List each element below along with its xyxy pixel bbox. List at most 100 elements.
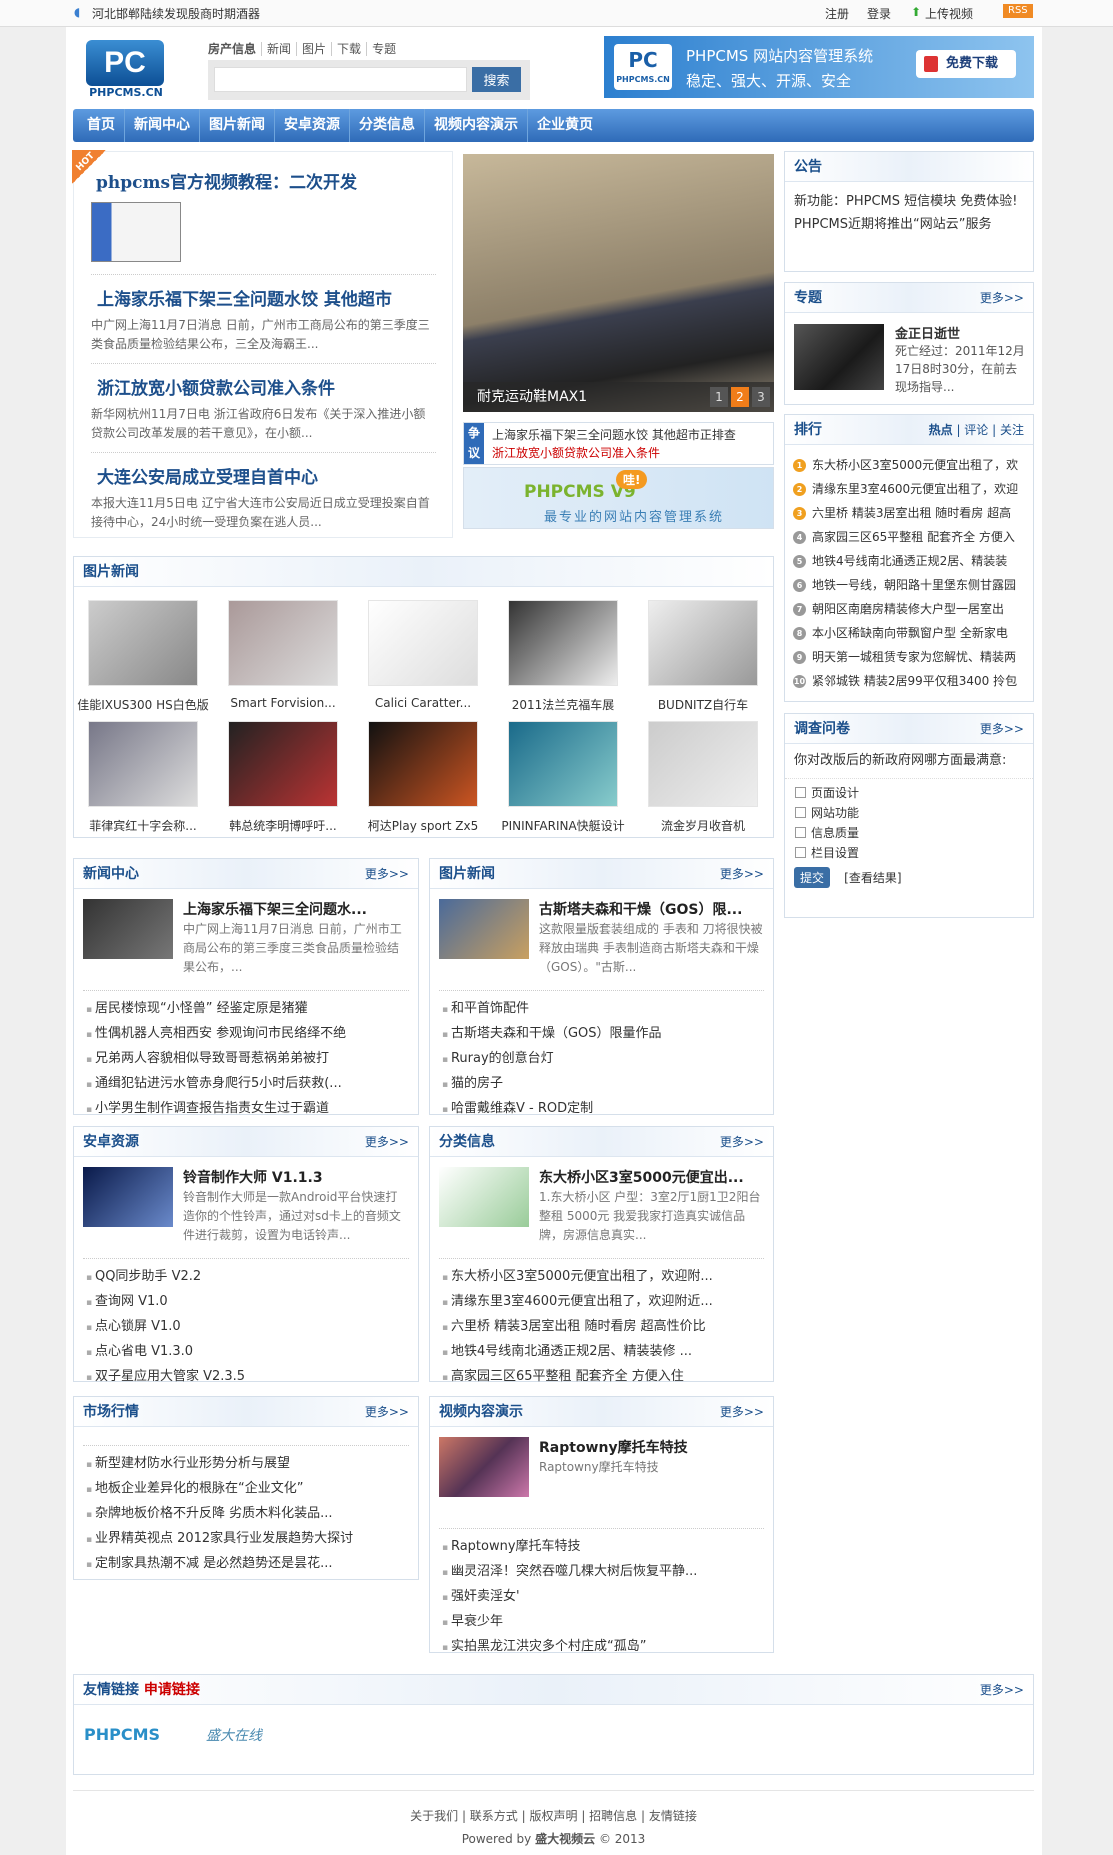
upload-video-link[interactable]: 上传视频: [925, 5, 973, 22]
photo-news-item[interactable]: BUDNITZ自行车: [633, 600, 773, 713]
list-item[interactable]: QQ同步助手 V2.2: [86, 1265, 418, 1290]
ranking-item[interactable]: 1 东大桥小区3室5000元便宜出租了，欢: [793, 453, 1033, 477]
footer-link[interactable]: 版权声明: [529, 1809, 577, 1823]
slideshow[interactable]: 耐克运动鞋MAX1 123: [463, 154, 774, 412]
photo-news-item[interactable]: 韩总统李明博呼吁...: [213, 721, 353, 834]
photo-caption[interactable]: Smart Forvision...: [213, 696, 353, 710]
list-item[interactable]: 地板企业差异化的根脉在“企业文化”: [86, 1477, 418, 1502]
ranking-item[interactable]: 8 本小区稀缺南向带飘窗户型 全新家电: [793, 621, 1033, 645]
rss-button[interactable]: RSS: [1003, 4, 1033, 18]
nav-item[interactable]: 企业黄页: [528, 109, 602, 142]
footer-link[interactable]: 联系方式: [470, 1809, 518, 1823]
special-item-title[interactable]: 金正日逝世: [895, 323, 960, 342]
list-item[interactable]: 双子星应用大管家 V2.3.5: [86, 1365, 418, 1390]
nav-item[interactable]: 首页: [73, 109, 125, 142]
feature-image[interactable]: [83, 1167, 173, 1227]
photo-news-item[interactable]: 流金岁月收音机: [633, 721, 773, 834]
checkbox[interactable]: [795, 787, 806, 798]
list-item[interactable]: Raptowny摩托车特技: [442, 1535, 773, 1560]
ranking-tab[interactable]: 热点: [929, 423, 953, 437]
phpcms-link-logo[interactable]: PHPCMS: [84, 1725, 160, 1744]
list-item[interactable]: 哈雷戴维森V - ROD定制: [442, 1097, 773, 1122]
search-tab[interactable]: 图片: [297, 42, 333, 56]
list-item[interactable]: 六里桥 精装3居室出租 随时看房 超高性价比: [442, 1315, 773, 1340]
scrolling-notice[interactable]: 河北邯郸陆续发现殷商时期酒器: [92, 5, 260, 22]
photo-thumbnail[interactable]: [368, 600, 478, 686]
checkbox[interactable]: [795, 847, 806, 858]
apply-link[interactable]: 申请链接: [144, 1682, 200, 1698]
free-download-button[interactable]: 免费下载: [916, 50, 1016, 78]
photo-thumbnail[interactable]: [508, 721, 618, 807]
list-item[interactable]: 通缉犯钻进污水管赤身爬行5小时后获救(...: [86, 1072, 418, 1097]
list-item[interactable]: 猫的房子: [442, 1072, 773, 1097]
footer-link[interactable]: 招聘信息: [589, 1809, 637, 1823]
ranking-item[interactable]: 2 清缘东里3室4600元便宜出租了，欢迎: [793, 477, 1033, 501]
photo-caption[interactable]: 柯达Play sport Zx5: [353, 817, 493, 834]
ranking-item[interactable]: 10 紧邻城铁 精装2居99平仅租3400 拎包: [793, 669, 1033, 693]
slide-page-button[interactable]: 3: [752, 387, 770, 407]
photo-news-item[interactable]: 佳能IXUS300 HS白色版: [73, 600, 213, 713]
ranking-tab[interactable]: 关注: [1000, 423, 1024, 437]
photo-thumbnail[interactable]: [648, 600, 758, 686]
list-item[interactable]: 强奸卖淫女': [442, 1585, 773, 1610]
feature-title[interactable]: Raptowny摩托车特技: [539, 1437, 688, 1457]
headline-title[interactable]: 大连公安局成立受理自首中心: [91, 453, 436, 494]
slide-page-button[interactable]: 1: [710, 387, 728, 407]
headline-title[interactable]: 浙江放宽小额贷款公司准入条件: [91, 364, 436, 405]
survey-option[interactable]: 网站功能: [785, 803, 1033, 823]
ranking-item[interactable]: 4 高家园三区65平整租 配套齐全 方便入: [793, 525, 1033, 549]
list-item[interactable]: 新型建材防水行业形势分析与展望: [86, 1452, 418, 1477]
photo-news-item[interactable]: 2011法兰克福车展: [493, 600, 633, 713]
more-link[interactable]: 更多>>: [720, 1127, 764, 1157]
slide-page-button[interactable]: 2: [731, 387, 749, 407]
photo-caption[interactable]: 韩总统李明博呼吁...: [213, 817, 353, 834]
more-link[interactable]: 更多>>: [720, 859, 764, 889]
list-item[interactable]: 查询网 V1.0: [86, 1290, 418, 1315]
more-link[interactable]: 更多>>: [365, 1397, 409, 1427]
photo-thumbnail[interactable]: [88, 721, 198, 807]
debate-link[interactable]: 上海家乐福下架三全问题水饺 其他超市正排查: [492, 426, 736, 443]
debate-link[interactable]: 浙江放宽小额贷款公司准入条件: [492, 444, 660, 461]
list-item[interactable]: 性偶机器人亮相西安 参观询问市民络绎不绝: [86, 1022, 418, 1047]
list-item[interactable]: 定制家具热潮不减 是必然趋势还是昙花...: [86, 1552, 418, 1577]
list-item[interactable]: 和平首饰配件: [442, 997, 773, 1022]
survey-option[interactable]: 栏目设置: [785, 843, 1033, 863]
photo-caption[interactable]: 流金岁月收音机: [633, 817, 773, 834]
photo-news-item[interactable]: 菲律宾红十字会称...: [73, 721, 213, 834]
list-item[interactable]: 实拍黑龙江洪灾多个村庄成“孤岛”: [442, 1635, 773, 1660]
search-input[interactable]: [214, 67, 467, 92]
photo-thumbnail[interactable]: [648, 721, 758, 807]
more-link[interactable]: 更多>>: [980, 714, 1024, 744]
photo-thumbnail[interactable]: [368, 721, 478, 807]
list-item[interactable]: 地铁4号线南北通透正规2居、精装装修 ...: [442, 1340, 773, 1365]
video-tutorial-title[interactable]: phpcms官方视频教程：二次开发: [96, 168, 357, 193]
register-link[interactable]: 注册: [825, 5, 849, 22]
photo-news-item[interactable]: Calici Caratter...: [353, 600, 493, 710]
checkbox[interactable]: [795, 807, 806, 818]
photo-caption[interactable]: Calici Caratter...: [353, 696, 493, 710]
photo-caption[interactable]: PININFARINA快艇设计: [493, 817, 633, 834]
search-tab[interactable]: 房产信息: [208, 42, 263, 56]
search-tab[interactable]: 专题: [367, 42, 401, 56]
more-link[interactable]: 更多>>: [720, 1397, 764, 1427]
checkbox[interactable]: [795, 827, 806, 838]
search-tab[interactable]: 下载: [332, 42, 368, 56]
ranking-item[interactable]: 3 六里桥 精装3居室出租 随时看房 超高: [793, 501, 1033, 525]
list-item[interactable]: 高家园三区65平整租 配套齐全 方便入住: [442, 1365, 773, 1390]
list-item[interactable]: 早衰少年: [442, 1610, 773, 1635]
more-link[interactable]: 更多>>: [365, 859, 409, 889]
feature-image[interactable]: [439, 1437, 529, 1497]
list-item[interactable]: 东大桥小区3室5000元便宜出租了，欢迎附...: [442, 1265, 773, 1290]
view-results-link[interactable]: [查看结果]: [844, 871, 901, 885]
list-item[interactable]: 古斯塔夫森和干燥（GOS）限量作品: [442, 1022, 773, 1047]
ranking-tab[interactable]: 评论: [964, 423, 988, 437]
more-link[interactable]: 更多>>: [365, 1127, 409, 1157]
special-image[interactable]: [794, 324, 884, 390]
nav-item[interactable]: 新闻中心: [125, 109, 200, 142]
nav-item[interactable]: 图片新闻: [200, 109, 275, 142]
list-item[interactable]: 小学男生制作调查报告指责女生过于霸道: [86, 1097, 418, 1122]
photo-thumbnail[interactable]: [228, 600, 338, 686]
footer-link[interactable]: 关于我们: [410, 1809, 458, 1823]
photo-thumbnail[interactable]: [228, 721, 338, 807]
feature-title[interactable]: 上海家乐福下架三全问题水...: [183, 899, 367, 919]
